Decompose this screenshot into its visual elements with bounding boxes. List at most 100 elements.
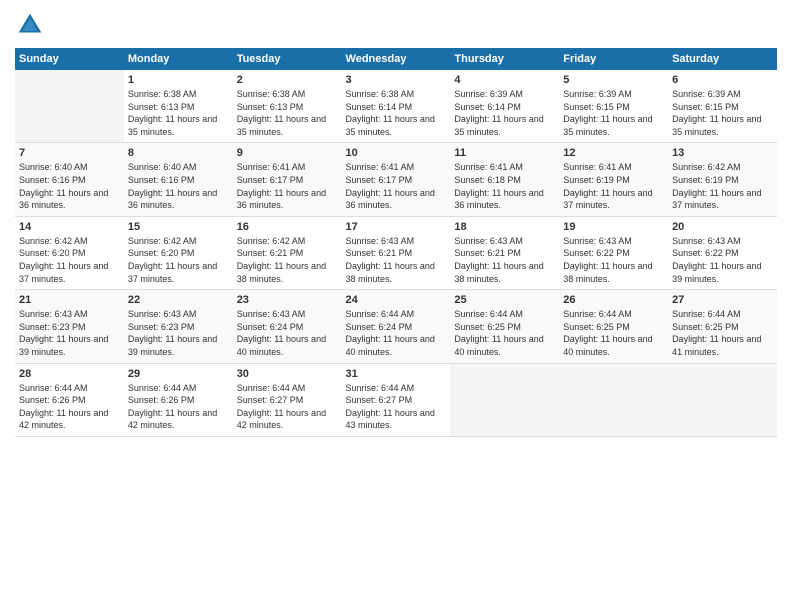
day-cell: 31 Sunrise: 6:44 AMSunset: 6:27 PMDaylig… (342, 363, 451, 436)
day-number: 18 (454, 221, 555, 233)
day-number: 14 (19, 221, 120, 233)
day-info: Sunrise: 6:42 AMSunset: 6:20 PMDaylight:… (19, 235, 120, 285)
day-number: 1 (128, 74, 229, 86)
day-number: 16 (237, 221, 338, 233)
day-info: Sunrise: 6:42 AMSunset: 6:19 PMDaylight:… (672, 161, 773, 211)
day-info: Sunrise: 6:38 AMSunset: 6:13 PMDaylight:… (128, 88, 229, 138)
day-cell: 17 Sunrise: 6:43 AMSunset: 6:21 PMDaylig… (342, 216, 451, 289)
day-header-tuesday: Tuesday (233, 48, 342, 70)
day-number: 21 (19, 294, 120, 306)
day-info: Sunrise: 6:44 AMSunset: 6:24 PMDaylight:… (346, 308, 447, 358)
day-number: 5 (563, 74, 664, 86)
day-info: Sunrise: 6:43 AMSunset: 6:21 PMDaylight:… (346, 235, 447, 285)
day-info: Sunrise: 6:42 AMSunset: 6:20 PMDaylight:… (128, 235, 229, 285)
day-info: Sunrise: 6:41 AMSunset: 6:17 PMDaylight:… (346, 161, 447, 211)
day-cell: 1 Sunrise: 6:38 AMSunset: 6:13 PMDayligh… (124, 70, 233, 143)
day-info: Sunrise: 6:40 AMSunset: 6:16 PMDaylight:… (19, 161, 120, 211)
day-info: Sunrise: 6:39 AMSunset: 6:15 PMDaylight:… (672, 88, 773, 138)
week-row-3: 14 Sunrise: 6:42 AMSunset: 6:20 PMDaylig… (15, 216, 777, 289)
day-cell: 18 Sunrise: 6:43 AMSunset: 6:21 PMDaylig… (450, 216, 559, 289)
day-cell: 10 Sunrise: 6:41 AMSunset: 6:17 PMDaylig… (342, 143, 451, 216)
day-info: Sunrise: 6:39 AMSunset: 6:15 PMDaylight:… (563, 88, 664, 138)
day-number: 23 (237, 294, 338, 306)
day-number: 30 (237, 368, 338, 380)
page: SundayMondayTuesdayWednesdayThursdayFrid… (0, 0, 792, 612)
day-cell: 2 Sunrise: 6:38 AMSunset: 6:13 PMDayligh… (233, 70, 342, 143)
header-row: SundayMondayTuesdayWednesdayThursdayFrid… (15, 48, 777, 70)
day-cell: 4 Sunrise: 6:39 AMSunset: 6:14 PMDayligh… (450, 70, 559, 143)
day-info: Sunrise: 6:44 AMSunset: 6:26 PMDaylight:… (19, 382, 120, 432)
day-info: Sunrise: 6:44 AMSunset: 6:25 PMDaylight:… (672, 308, 773, 358)
day-number: 2 (237, 74, 338, 86)
day-cell: 11 Sunrise: 6:41 AMSunset: 6:18 PMDaylig… (450, 143, 559, 216)
day-info: Sunrise: 6:44 AMSunset: 6:25 PMDaylight:… (454, 308, 555, 358)
day-cell (450, 363, 559, 436)
day-number: 26 (563, 294, 664, 306)
day-number: 24 (346, 294, 447, 306)
day-number: 11 (454, 147, 555, 159)
day-number: 8 (128, 147, 229, 159)
day-number: 10 (346, 147, 447, 159)
day-info: Sunrise: 6:38 AMSunset: 6:13 PMDaylight:… (237, 88, 338, 138)
day-header-monday: Monday (124, 48, 233, 70)
day-info: Sunrise: 6:42 AMSunset: 6:21 PMDaylight:… (237, 235, 338, 285)
day-cell (15, 70, 124, 143)
day-cell: 14 Sunrise: 6:42 AMSunset: 6:20 PMDaylig… (15, 216, 124, 289)
day-cell: 20 Sunrise: 6:43 AMSunset: 6:22 PMDaylig… (668, 216, 777, 289)
day-info: Sunrise: 6:39 AMSunset: 6:14 PMDaylight:… (454, 88, 555, 138)
day-info: Sunrise: 6:38 AMSunset: 6:14 PMDaylight:… (346, 88, 447, 138)
day-header-saturday: Saturday (668, 48, 777, 70)
day-info: Sunrise: 6:44 AMSunset: 6:27 PMDaylight:… (237, 382, 338, 432)
day-cell: 24 Sunrise: 6:44 AMSunset: 6:24 PMDaylig… (342, 290, 451, 363)
day-number: 6 (672, 74, 773, 86)
day-number: 22 (128, 294, 229, 306)
day-cell (559, 363, 668, 436)
day-cell: 28 Sunrise: 6:44 AMSunset: 6:26 PMDaylig… (15, 363, 124, 436)
day-number: 13 (672, 147, 773, 159)
day-info: Sunrise: 6:41 AMSunset: 6:19 PMDaylight:… (563, 161, 664, 211)
day-number: 7 (19, 147, 120, 159)
day-cell: 26 Sunrise: 6:44 AMSunset: 6:25 PMDaylig… (559, 290, 668, 363)
header (15, 10, 777, 40)
day-cell: 23 Sunrise: 6:43 AMSunset: 6:24 PMDaylig… (233, 290, 342, 363)
day-header-sunday: Sunday (15, 48, 124, 70)
day-number: 28 (19, 368, 120, 380)
day-cell: 21 Sunrise: 6:43 AMSunset: 6:23 PMDaylig… (15, 290, 124, 363)
day-number: 15 (128, 221, 229, 233)
week-row-4: 21 Sunrise: 6:43 AMSunset: 6:23 PMDaylig… (15, 290, 777, 363)
day-cell: 7 Sunrise: 6:40 AMSunset: 6:16 PMDayligh… (15, 143, 124, 216)
day-info: Sunrise: 6:44 AMSunset: 6:26 PMDaylight:… (128, 382, 229, 432)
day-info: Sunrise: 6:43 AMSunset: 6:21 PMDaylight:… (454, 235, 555, 285)
day-info: Sunrise: 6:43 AMSunset: 6:22 PMDaylight:… (672, 235, 773, 285)
day-cell: 9 Sunrise: 6:41 AMSunset: 6:17 PMDayligh… (233, 143, 342, 216)
day-number: 29 (128, 368, 229, 380)
day-number: 4 (454, 74, 555, 86)
day-info: Sunrise: 6:43 AMSunset: 6:22 PMDaylight:… (563, 235, 664, 285)
day-cell: 5 Sunrise: 6:39 AMSunset: 6:15 PMDayligh… (559, 70, 668, 143)
day-number: 20 (672, 221, 773, 233)
day-cell: 22 Sunrise: 6:43 AMSunset: 6:23 PMDaylig… (124, 290, 233, 363)
day-info: Sunrise: 6:44 AMSunset: 6:25 PMDaylight:… (563, 308, 664, 358)
day-cell: 27 Sunrise: 6:44 AMSunset: 6:25 PMDaylig… (668, 290, 777, 363)
day-cell: 16 Sunrise: 6:42 AMSunset: 6:21 PMDaylig… (233, 216, 342, 289)
day-cell: 8 Sunrise: 6:40 AMSunset: 6:16 PMDayligh… (124, 143, 233, 216)
day-cell: 25 Sunrise: 6:44 AMSunset: 6:25 PMDaylig… (450, 290, 559, 363)
week-row-5: 28 Sunrise: 6:44 AMSunset: 6:26 PMDaylig… (15, 363, 777, 436)
logo-icon (15, 10, 45, 40)
calendar-table: SundayMondayTuesdayWednesdayThursdayFrid… (15, 48, 777, 437)
week-row-1: 1 Sunrise: 6:38 AMSunset: 6:13 PMDayligh… (15, 70, 777, 143)
day-info: Sunrise: 6:41 AMSunset: 6:17 PMDaylight:… (237, 161, 338, 211)
day-cell: 30 Sunrise: 6:44 AMSunset: 6:27 PMDaylig… (233, 363, 342, 436)
day-info: Sunrise: 6:44 AMSunset: 6:27 PMDaylight:… (346, 382, 447, 432)
day-number: 31 (346, 368, 447, 380)
day-info: Sunrise: 6:43 AMSunset: 6:23 PMDaylight:… (128, 308, 229, 358)
day-cell: 6 Sunrise: 6:39 AMSunset: 6:15 PMDayligh… (668, 70, 777, 143)
day-cell: 19 Sunrise: 6:43 AMSunset: 6:22 PMDaylig… (559, 216, 668, 289)
day-info: Sunrise: 6:43 AMSunset: 6:24 PMDaylight:… (237, 308, 338, 358)
day-cell (668, 363, 777, 436)
day-number: 12 (563, 147, 664, 159)
day-header-thursday: Thursday (450, 48, 559, 70)
day-number: 25 (454, 294, 555, 306)
day-cell: 13 Sunrise: 6:42 AMSunset: 6:19 PMDaylig… (668, 143, 777, 216)
day-header-friday: Friday (559, 48, 668, 70)
